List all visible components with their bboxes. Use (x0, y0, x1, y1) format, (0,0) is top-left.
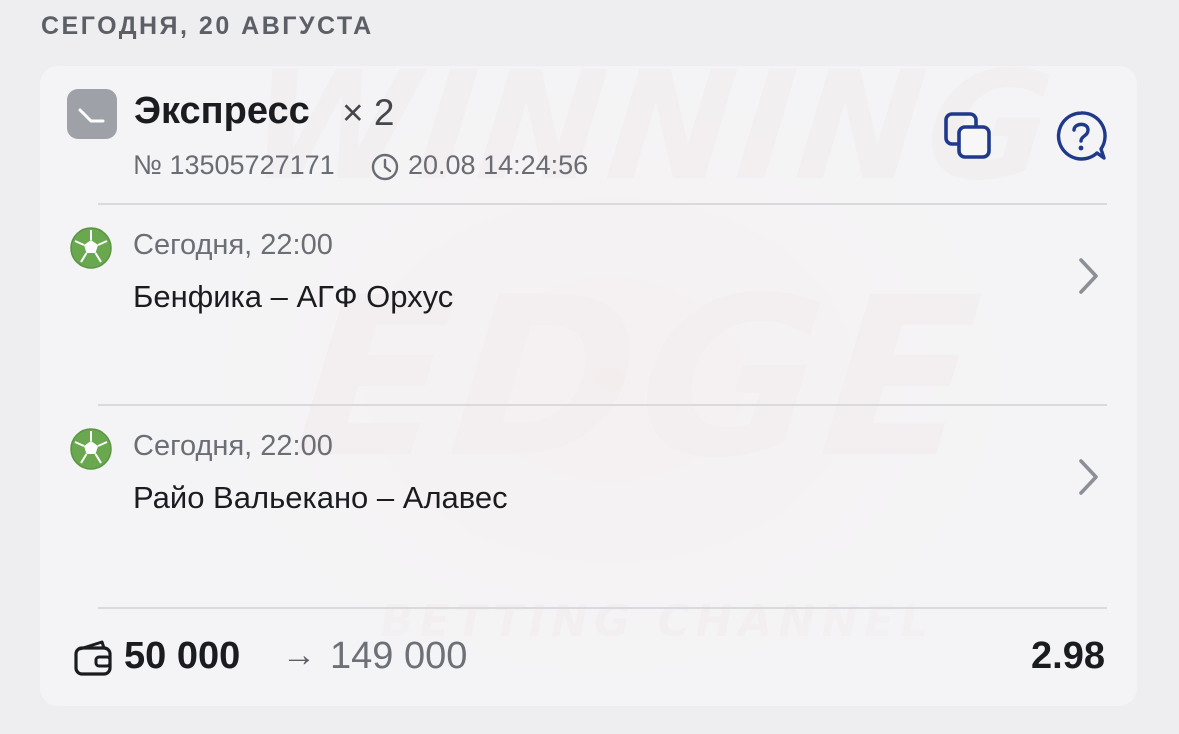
chevron-right-icon (1079, 258, 1098, 294)
help-button[interactable] (1053, 108, 1109, 164)
bet-card: Экспресс × 2 № 13505727171 20.08 14:24:5… (40, 66, 1137, 706)
clock-icon (78, 108, 105, 123)
event-row[interactable]: Сегодня, 22:00 Бенфика – АГФ Орхус (40, 205, 1137, 405)
football-icon (70, 428, 112, 470)
total-odds: 2.98 (1031, 635, 1105, 677)
event-teams: Бенфика – АГФ Орхус (133, 279, 454, 314)
event-teams: Райо Вальекано – Алавес (133, 480, 508, 515)
bet-type-title: Экспресс (134, 90, 310, 132)
date-header: СЕГОДНЯ, 20 АВГУСТА (41, 12, 374, 40)
event-row[interactable]: Сегодня, 22:00 Райо Вальекано – Алавес (40, 406, 1137, 606)
event-time: Сегодня, 22:00 (133, 430, 333, 462)
divider (98, 607, 1107, 609)
bet-datetime: 20.08 14:24:56 (408, 150, 589, 180)
arrow-icon: → (282, 636, 316, 674)
payout-amount: 149 000 (330, 635, 468, 677)
wallet-icon (74, 640, 112, 676)
bet-multiplier: × 2 (342, 92, 395, 133)
copy-button[interactable] (940, 108, 996, 164)
event-time: Сегодня, 22:00 (133, 229, 333, 261)
clock-icon (371, 153, 399, 181)
bet-type-icon (67, 89, 117, 139)
chevron-right-icon (1079, 459, 1098, 495)
copy-icon (944, 112, 991, 159)
help-icon (1056, 111, 1107, 161)
football-icon (70, 227, 112, 269)
bet-number: № 13505727171 (133, 150, 335, 180)
stake-amount: 50 000 (124, 635, 241, 677)
